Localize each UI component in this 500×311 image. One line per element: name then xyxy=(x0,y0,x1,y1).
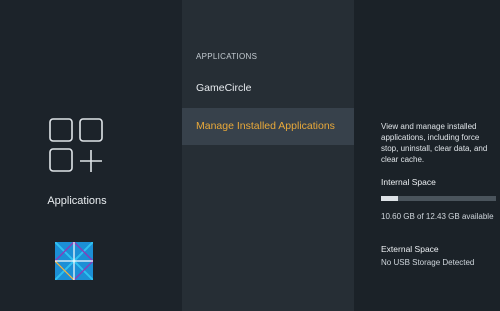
apps-grid-plus-icon xyxy=(49,118,105,174)
menu-item-gamecircle[interactable]: GameCircle xyxy=(182,70,354,107)
section-heading: APPLICATIONS xyxy=(196,52,258,61)
sidebar-label: Applications xyxy=(47,195,107,207)
internal-space-value: 10.60 GB of 12.43 GB available xyxy=(381,212,494,221)
internal-storage-fill xyxy=(381,196,399,201)
internal-space-title: Internal Space xyxy=(381,177,436,187)
menu-item-manage-installed-applications[interactable]: Manage Installed Applications xyxy=(182,108,354,145)
internal-storage-bar xyxy=(381,196,496,201)
external-space-title: External Space xyxy=(381,244,439,254)
menu-panel xyxy=(182,0,354,311)
windows-logo-icon xyxy=(54,241,94,281)
external-space-value: No USB Storage Detected xyxy=(381,258,475,267)
description-text: View and manage installed applications, … xyxy=(381,122,488,164)
